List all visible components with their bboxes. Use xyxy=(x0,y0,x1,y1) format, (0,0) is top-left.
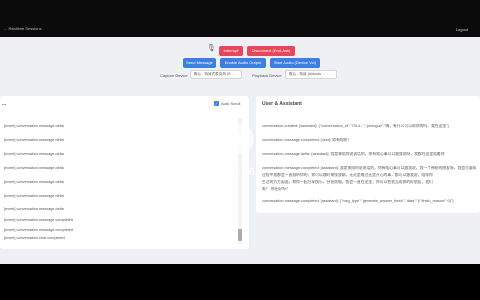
log-line: [event] conversation.message.delta xyxy=(4,194,64,198)
logout-link[interactable]: Logout xyxy=(456,27,468,32)
top-bar: ... Realtime Sessions Logout xyxy=(0,0,480,37)
play-button[interactable] xyxy=(224,124,254,154)
conversation-line: conversation.message.delta: [assistant]:… xyxy=(262,152,445,156)
event-log-panel xyxy=(0,96,249,249)
conversation-line: conversation.message.completed: [assista… xyxy=(262,199,454,203)
conversation-line: 呢？ 你还好吗？ xyxy=(262,187,290,191)
checkbox-icon[interactable]: ✓ xyxy=(214,101,219,107)
auto-scroll-toggle[interactable]: ✓ Auto Scroll xyxy=(214,101,241,107)
play-icon xyxy=(235,132,246,146)
log-line: [event] conversation.message.delta xyxy=(4,152,64,156)
log-line: [event] conversation.message.delta xyxy=(4,124,64,128)
event-log-title: ... xyxy=(2,101,7,107)
interrupt-button[interactable]: Interrupt xyxy=(219,46,243,56)
log-line: [event] conversation.message.delta xyxy=(4,180,64,184)
conversation-line: 生活的方方面面，和你一起分享快乐，分担烦恼。我会一直在这里，你可以把我当成你的好… xyxy=(262,180,433,184)
conversation-title: User & Assistant xyxy=(262,101,302,107)
enable-audio-output-button[interactable]: Enable Audio Output xyxy=(220,58,266,68)
capture-device-label: Capture Device xyxy=(160,73,188,78)
video-timecode: 02:46 xyxy=(224,166,256,178)
log-line: [event] conversation.chat.completed xyxy=(4,236,65,240)
app-title: ... Realtime Sessions xyxy=(4,26,42,31)
bottom-bar xyxy=(0,264,480,300)
start-audio-button[interactable]: Start Audio (Device Vol) xyxy=(270,58,320,68)
log-scrollbar-thumb[interactable] xyxy=(238,229,242,241)
capture-device-select[interactable]: 默认 - 特耳式麦克风 (R... xyxy=(190,70,242,79)
playback-device-label: Playback Device xyxy=(252,73,282,78)
log-line: [event] conversation.message.completed xyxy=(4,228,74,232)
send-message-button[interactable]: Send Message xyxy=(183,58,216,68)
conversation-line: conversation.created: [assistant]: {"con… xyxy=(262,124,449,128)
conversation-line: conversation.message.completed: [user]: … xyxy=(262,138,352,142)
conversation-line: 过程中我都会一直倾听你的，你可以随时来找我聊，无论是难过还是开心的事，都可以跟我… xyxy=(262,173,433,177)
log-line: [event] conversation.message.delta xyxy=(4,138,64,142)
log-line: [event] conversation.message.completed xyxy=(4,218,74,222)
conversation-line: conversation.message.completed: [assista… xyxy=(262,166,476,170)
playback-device-select[interactable]: 默认 - 特耳 (Airbuds ... xyxy=(285,70,337,79)
disconnect-button[interactable]: Disconnect (End-Ask) xyxy=(247,46,295,56)
log-line: [event] conversation.message.delta xyxy=(4,166,64,170)
auto-scroll-label: Auto Scroll xyxy=(221,101,241,106)
log-line: [event] conversation.message.delta xyxy=(4,207,64,211)
microphone-icon: 🎙 xyxy=(207,45,216,52)
